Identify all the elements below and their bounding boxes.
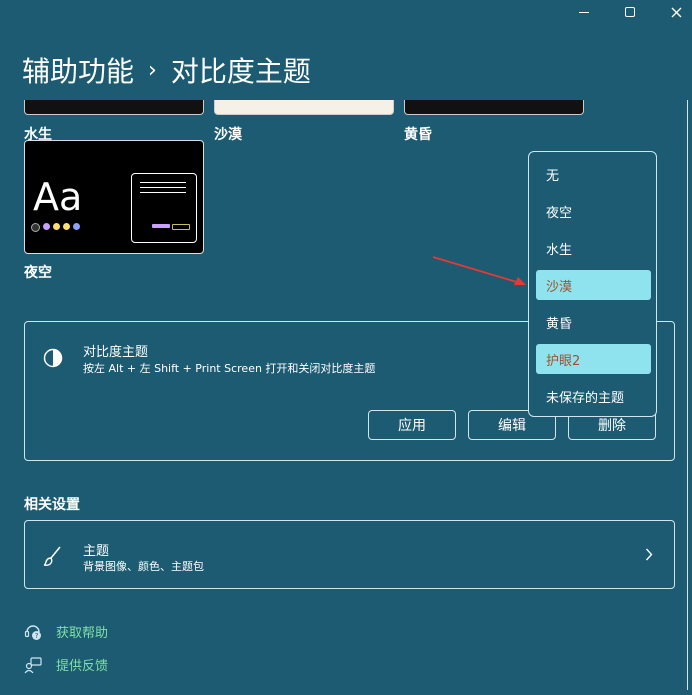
breadcrumb: 辅助功能 › 对比度主题	[22, 50, 311, 90]
theme-thumb-aquatic[interactable]	[24, 100, 204, 115]
preview-window	[131, 173, 197, 243]
theme-settings-title: 主题	[83, 544, 110, 559]
breadcrumb-separator-icon: ›	[148, 57, 157, 83]
theme-label-desert: 沙漠	[214, 127, 242, 143]
dropdown-option-none[interactable]: 无	[536, 159, 651, 189]
close-button[interactable]	[656, 0, 692, 24]
color-dot	[31, 223, 40, 232]
page-title: 对比度主题	[170, 55, 311, 88]
breadcrumb-parent[interactable]: 辅助功能	[22, 50, 134, 90]
brush-icon	[43, 546, 61, 566]
maximize-button[interactable]	[610, 0, 650, 24]
dropdown-option-dusk[interactable]: 黄昏	[536, 307, 651, 337]
theme-settings-description: 背景图像、颜色、主题包	[83, 560, 204, 573]
scrollbar[interactable]	[687, 100, 692, 690]
color-dot	[43, 223, 50, 230]
svg-text:?: ?	[35, 632, 39, 640]
feedback-icon	[24, 656, 42, 673]
preview-text: Aa	[33, 175, 83, 219]
annotation-arrow-icon	[432, 256, 526, 285]
related-settings-heading: 相关设置	[24, 497, 80, 513]
dropdown-option-unsaved-theme[interactable]: 未保存的主题	[536, 381, 651, 411]
get-help-label: 获取帮助	[56, 626, 109, 641]
theme-dropdown[interactable]: 无 夜空 水生 沙漠 黄昏 护眼2 未保存的主题	[528, 151, 657, 417]
theme-settings-card[interactable]: 主题 背景图像、颜色、主题包	[24, 520, 675, 589]
dropdown-option-aquatic[interactable]: 水生	[536, 233, 651, 263]
theme-thumb-night-sky[interactable]: Aa	[24, 140, 204, 254]
theme-thumb-desert[interactable]	[214, 100, 394, 115]
get-help-link[interactable]: ? 获取帮助	[24, 622, 108, 641]
chevron-right-icon	[645, 548, 653, 561]
give-feedback-link[interactable]: 提供反馈	[24, 655, 108, 674]
color-dot	[73, 223, 80, 230]
dropdown-option-night-sky[interactable]: 夜空	[536, 196, 651, 226]
minimize-button[interactable]	[564, 0, 604, 24]
dropdown-option-desert[interactable]: 沙漠	[536, 270, 651, 300]
color-dots	[31, 223, 80, 232]
contrast-theme-title: 对比度主题	[83, 345, 149, 360]
minimize-icon	[579, 11, 589, 13]
contrast-theme-description: 按左 Alt + 左 Shift + Print Screen 打开和关闭对比度…	[83, 362, 376, 375]
dropdown-option-eye-care-2[interactable]: 护眼2	[536, 344, 651, 374]
theme-label-dusk: 黄昏	[404, 127, 432, 143]
help-icon: ?	[24, 624, 41, 640]
theme-thumb-dusk[interactable]	[404, 100, 584, 115]
close-icon	[671, 7, 681, 17]
theme-label-night-sky: 夜空	[24, 265, 52, 281]
contrast-icon	[43, 348, 63, 368]
give-feedback-label: 提供反馈	[56, 659, 109, 674]
color-dot	[53, 223, 60, 230]
maximize-icon	[625, 7, 635, 17]
color-dot	[63, 223, 70, 230]
apply-button[interactable]: 应用	[368, 410, 456, 440]
